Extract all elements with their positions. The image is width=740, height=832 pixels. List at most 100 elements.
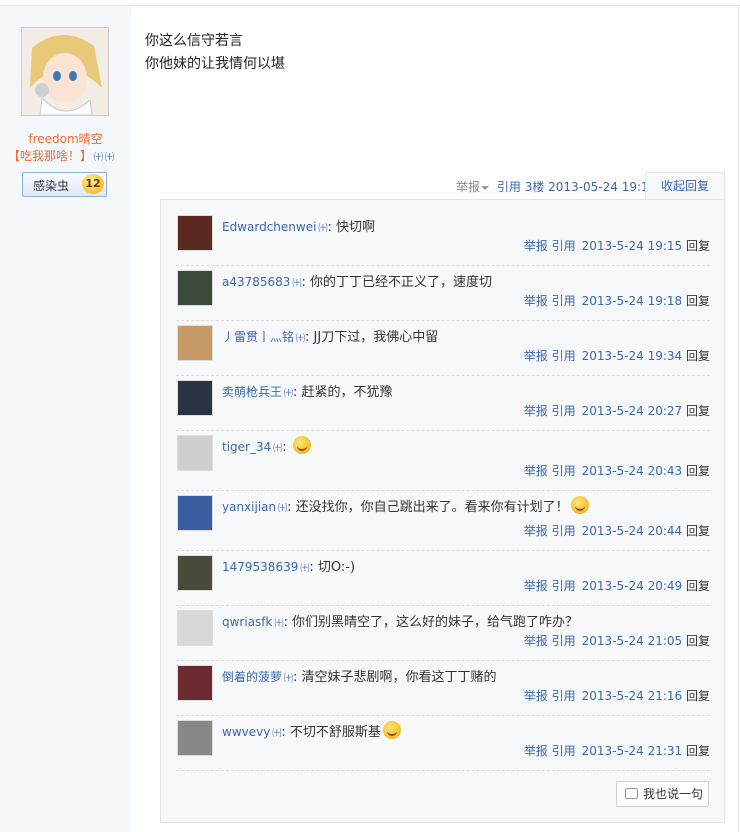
reply-avatar[interactable] bbox=[177, 495, 213, 531]
level-badge[interactable]: 感染虫 12 bbox=[22, 172, 107, 197]
post-datetime: 2013-05-24 19:11 bbox=[548, 180, 657, 194]
reply-text: 你们别黑晴空了，这么好的妹子，给气跑了咋办？ bbox=[292, 615, 579, 630]
reply-item: 卖萌枪兵王 ㈩: 赶紧的，不犹豫 举报 引用 2013-5-24 20:27 回复 bbox=[176, 380, 710, 431]
reply-avatar[interactable] bbox=[177, 665, 213, 701]
chevron-down-icon[interactable] bbox=[481, 185, 490, 190]
reply-username[interactable]: Edwardchenwei bbox=[222, 220, 316, 234]
reply-report-link[interactable]: 举报 bbox=[524, 744, 548, 758]
right-border bbox=[738, 6, 739, 832]
reply-line: 卖萌枪兵王 ㈩: 赶紧的，不犹豫 bbox=[222, 381, 393, 400]
reply-button[interactable]: 回复 bbox=[686, 579, 710, 593]
badge-icon[interactable]: ㈩ bbox=[274, 619, 283, 629]
reply-button[interactable]: 回复 bbox=[686, 464, 710, 478]
reply-item: qwriasfk ㈩: 你们别黑晴空了，这么好的妹子，给气跑了咋办？ 举报 引用 20… bbox=[176, 610, 710, 661]
reply-avatar[interactable] bbox=[177, 215, 213, 251]
reply-text: 不切不舒服斯基 bbox=[289, 725, 381, 740]
say-something-label: 我也说一句 bbox=[643, 787, 704, 801]
reply-meta: 举报 引用 2013-5-24 20:43 回复 bbox=[524, 462, 710, 479]
reply-report-link[interactable]: 举报 bbox=[524, 239, 548, 253]
reply-quote-link[interactable]: 引用 bbox=[552, 404, 576, 418]
reply-button[interactable]: 回复 bbox=[686, 689, 710, 703]
reply-report-link[interactable]: 举报 bbox=[524, 464, 548, 478]
reply-username[interactable]: 1479538639 bbox=[222, 560, 298, 574]
reply-report-link[interactable]: 举报 bbox=[524, 524, 548, 538]
badge-icon[interactable]: ㈩ bbox=[278, 504, 287, 514]
reply-username[interactable]: 卖萌枪兵王 bbox=[222, 385, 282, 399]
reply-quote-link[interactable]: 引用 bbox=[552, 579, 576, 593]
post-line: 你这么信守若言 bbox=[145, 33, 243, 49]
reply-avatar[interactable] bbox=[177, 270, 213, 306]
reply-report-link[interactable]: 举报 bbox=[524, 689, 548, 703]
badge-icon[interactable]: ㈩ bbox=[94, 153, 103, 163]
quote-link[interactable]: 引用 bbox=[497, 180, 521, 194]
reply-quote-link[interactable]: 引用 bbox=[552, 239, 576, 253]
reply-line: 1479538639 ㈩: 切O:-) bbox=[222, 556, 355, 575]
reply-report-link[interactable]: 举报 bbox=[524, 294, 548, 308]
reply-avatar[interactable] bbox=[177, 435, 213, 471]
smile-emoticon-icon bbox=[570, 496, 589, 514]
reply-quote-link[interactable]: 引用 bbox=[552, 294, 576, 308]
reply-time: 2013-5-24 19:34 bbox=[581, 349, 683, 363]
author-name[interactable]: freedom晴空 bbox=[0, 130, 131, 147]
reply-username[interactable]: tiger_34 bbox=[222, 440, 271, 454]
author-avatar[interactable] bbox=[21, 27, 109, 116]
reply-line: 倒着的菠萝 ㈩: 清空妹子悲剧啊，你看这丁丁赌的 bbox=[222, 666, 497, 685]
badge-icon[interactable]: ㈩ bbox=[296, 334, 305, 344]
reply-report-link[interactable]: 举报 bbox=[524, 634, 548, 648]
reply-avatar[interactable] bbox=[177, 720, 213, 756]
reply-avatar[interactable] bbox=[177, 610, 213, 646]
reply-button[interactable]: 回复 bbox=[686, 634, 710, 648]
reply-text: 清空妹子悲剧啊，你看这丁丁赌的 bbox=[301, 670, 497, 685]
post-actions: 举报 引用 3楼 2013-05-24 19:11 bbox=[456, 178, 656, 195]
reply-item: tiger_34 ㈩: 举报 引用 2013-5-24 20:43 回复 bbox=[176, 435, 710, 491]
colon: : bbox=[281, 725, 290, 740]
reply-meta: 举报 引用 2013-5-24 19:15 回复 bbox=[524, 237, 710, 254]
reply-button[interactable]: 回复 bbox=[686, 239, 710, 253]
reply-line: wwvevy ㈩: 不切不舒服斯基 bbox=[222, 721, 401, 740]
floor-number[interactable]: 3楼 bbox=[525, 180, 545, 194]
say-something-button[interactable]: 我也说一句 bbox=[616, 781, 709, 807]
reply-avatar[interactable] bbox=[177, 555, 213, 591]
reply-button[interactable]: 回复 bbox=[686, 524, 710, 538]
collapse-replies-button[interactable]: 收起回复 bbox=[645, 172, 725, 201]
colon: : bbox=[293, 385, 302, 400]
reply-username[interactable]: 倒着的菠萝 bbox=[222, 670, 282, 684]
reply-quote-link[interactable]: 引用 bbox=[552, 744, 576, 758]
reply-username[interactable]: 丿雷贯丨灬铭 bbox=[222, 330, 294, 344]
badge-icon[interactable]: ㈩ bbox=[273, 444, 282, 454]
reply-avatar[interactable] bbox=[177, 325, 213, 361]
badge-icon[interactable]: ㈩ bbox=[284, 674, 293, 684]
reply-quote-link[interactable]: 引用 bbox=[552, 634, 576, 648]
reply-meta: 举报 引用 2013-5-24 20:49 回复 bbox=[524, 577, 710, 594]
reply-button[interactable]: 回复 bbox=[686, 404, 710, 418]
report-link[interactable]: 举报 bbox=[456, 180, 480, 194]
reply-avatar[interactable] bbox=[177, 380, 213, 416]
reply-meta: 举报 引用 2013-5-24 19:34 回复 bbox=[524, 347, 710, 364]
reply-item: wwvevy ㈩: 不切不舒服斯基举报 引用 2013-5-24 21:31 回复 bbox=[176, 720, 710, 771]
reply-time: 2013-5-24 21:31 bbox=[581, 744, 683, 758]
reply-button[interactable]: 回复 bbox=[686, 294, 710, 308]
reply-line: yanxijian ㈩: 还没找你，你自己跳出来了。看来你有计划了！ bbox=[222, 496, 589, 515]
reply-item: 丿雷贯丨灬铭 ㈩: JJ刀下过，我佛心中留举报 引用 2013-5-24 19:34… bbox=[176, 325, 710, 376]
reply-username[interactable]: yanxijian bbox=[222, 500, 276, 514]
reply-button[interactable]: 回复 bbox=[686, 744, 710, 758]
reply-time: 2013-5-24 21:05 bbox=[581, 634, 683, 648]
reply-line: 丿雷贯丨灬铭 ㈩: JJ刀下过，我佛心中留 bbox=[222, 326, 438, 345]
reply-quote-link[interactable]: 引用 bbox=[552, 464, 576, 478]
reply-quote-link[interactable]: 引用 bbox=[552, 524, 576, 538]
reply-line: tiger_34 ㈩: bbox=[222, 436, 311, 455]
reply-quote-link[interactable]: 引用 bbox=[552, 349, 576, 363]
reply-report-link[interactable]: 举报 bbox=[524, 404, 548, 418]
reply-button[interactable]: 回复 bbox=[686, 349, 710, 363]
badge-icon[interactable]: ㈩ bbox=[284, 389, 293, 399]
badge-icon[interactable]: ㈩ bbox=[105, 153, 114, 163]
reply-quote-link[interactable]: 引用 bbox=[552, 689, 576, 703]
reply-username[interactable]: qwriasfk bbox=[222, 615, 272, 629]
reply-username[interactable]: wwvevy bbox=[222, 725, 270, 739]
reply-meta: 举报 引用 2013-5-24 19:18 回复 bbox=[524, 292, 710, 309]
badge-icon[interactable]: ㈩ bbox=[272, 729, 281, 739]
reply-line: a43785683 ㈩: 你的丁丁已经不正义了，速度切 bbox=[222, 271, 492, 290]
reply-report-link[interactable]: 举报 bbox=[524, 349, 548, 363]
reply-report-link[interactable]: 举报 bbox=[524, 579, 548, 593]
reply-username[interactable]: a43785683 bbox=[222, 275, 290, 289]
